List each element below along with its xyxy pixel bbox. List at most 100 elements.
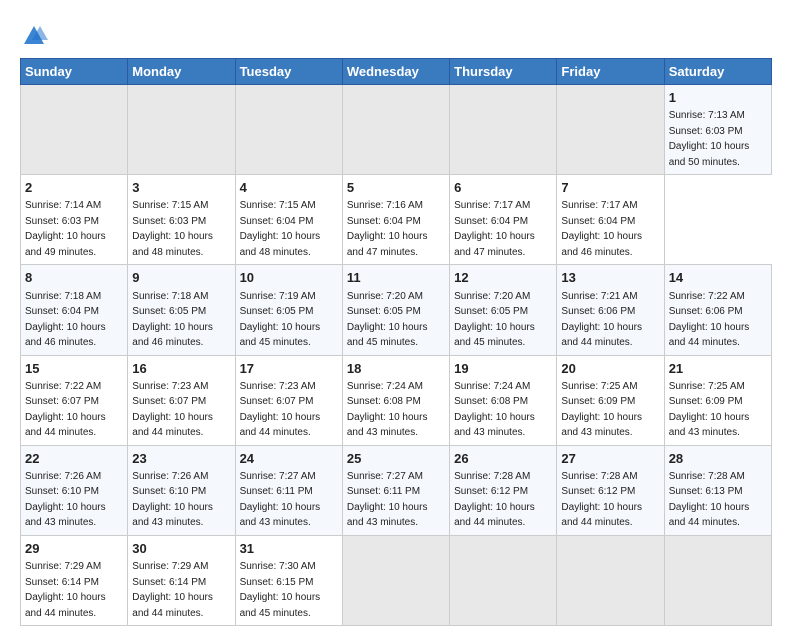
calendar-cell: 29Sunrise: 7:29 AMSunset: 6:14 PMDayligh… bbox=[21, 535, 128, 625]
day-info: Sunrise: 7:26 AMSunset: 6:10 PMDaylight:… bbox=[132, 471, 213, 529]
calendar-week-row: 2 Sunrise: 7:14 AMSunset: 6:03 PMDaylight… bbox=[21, 175, 772, 265]
day-info: Sunrise: 7:13 AMSunset: 6:03 PMDaylight:… bbox=[669, 110, 750, 168]
day-number: 3 bbox=[132, 179, 230, 197]
calendar-cell bbox=[128, 85, 235, 175]
calendar-cell bbox=[664, 535, 771, 625]
calendar-cell: 7 Sunrise: 7:17 AMSunset: 6:04 PMDaylight… bbox=[557, 175, 664, 265]
day-info: Sunrise: 7:25 AMSunset: 6:09 PMDaylight:… bbox=[561, 381, 642, 439]
day-number: 14 bbox=[669, 269, 767, 287]
day-number: 7 bbox=[561, 179, 659, 197]
day-info: Sunrise: 7:20 AMSunset: 6:05 PMDaylight:… bbox=[347, 291, 428, 349]
calendar-cell: 4 Sunrise: 7:15 AMSunset: 6:04 PMDaylight… bbox=[235, 175, 342, 265]
calendar-cell: 14 Sunrise: 7:22 AMSunset: 6:06 PMDayligh… bbox=[664, 265, 771, 355]
day-info: Sunrise: 7:15 AMSunset: 6:04 PMDaylight:… bbox=[240, 200, 321, 258]
day-info: Sunrise: 7:22 AMSunset: 6:06 PMDaylight:… bbox=[669, 291, 750, 349]
calendar-week-row: 8 Sunrise: 7:18 AMSunset: 6:04 PMDaylight… bbox=[21, 265, 772, 355]
weekday-header-monday: Monday bbox=[128, 59, 235, 85]
calendar-table: SundayMondayTuesdayWednesdayThursdayFrid… bbox=[20, 58, 772, 626]
calendar-cell: 17 Sunrise: 7:23 AMSunset: 6:07 PMDayligh… bbox=[235, 355, 342, 445]
weekday-header-friday: Friday bbox=[557, 59, 664, 85]
day-info: Sunrise: 7:22 AMSunset: 6:07 PMDaylight:… bbox=[25, 381, 106, 439]
calendar-cell: 24 Sunrise: 7:27 AMSunset: 6:11 PMDayligh… bbox=[235, 445, 342, 535]
calendar-cell: 22Sunrise: 7:26 AMSunset: 6:10 PMDayligh… bbox=[21, 445, 128, 535]
calendar-week-row: 15Sunrise: 7:22 AMSunset: 6:07 PMDayligh… bbox=[21, 355, 772, 445]
day-number: 19 bbox=[454, 360, 552, 378]
day-info: Sunrise: 7:23 AMSunset: 6:07 PMDaylight:… bbox=[240, 381, 321, 439]
day-info: Sunrise: 7:27 AMSunset: 6:11 PMDaylight:… bbox=[240, 471, 321, 529]
weekday-header-thursday: Thursday bbox=[450, 59, 557, 85]
day-number: 4 bbox=[240, 179, 338, 197]
day-number: 17 bbox=[240, 360, 338, 378]
calendar-cell: 12Sunrise: 7:20 AMSunset: 6:05 PMDayligh… bbox=[450, 265, 557, 355]
calendar-cell: 1 Sunrise: 7:13 AMSunset: 6:03 PMDaylight… bbox=[664, 85, 771, 175]
day-number: 23 bbox=[132, 450, 230, 468]
day-info: Sunrise: 7:26 AMSunset: 6:10 PMDaylight:… bbox=[25, 471, 106, 529]
calendar-cell: 23 Sunrise: 7:26 AMSunset: 6:10 PMDayligh… bbox=[128, 445, 235, 535]
day-number: 10 bbox=[240, 269, 338, 287]
calendar-cell: 19 Sunrise: 7:24 AMSunset: 6:08 PMDayligh… bbox=[450, 355, 557, 445]
day-info: Sunrise: 7:14 AMSunset: 6:03 PMDaylight:… bbox=[25, 200, 106, 258]
day-info: Sunrise: 7:16 AMSunset: 6:04 PMDaylight:… bbox=[347, 200, 428, 258]
day-number: 28 bbox=[669, 450, 767, 468]
day-number: 2 bbox=[25, 179, 123, 197]
calendar-cell bbox=[557, 85, 664, 175]
calendar-cell bbox=[450, 535, 557, 625]
calendar-week-row: 1 Sunrise: 7:13 AMSunset: 6:03 PMDaylight… bbox=[21, 85, 772, 175]
day-number: 18 bbox=[347, 360, 445, 378]
day-number: 9 bbox=[132, 269, 230, 287]
day-info: Sunrise: 7:18 AMSunset: 6:04 PMDaylight:… bbox=[25, 291, 106, 349]
day-info: Sunrise: 7:28 AMSunset: 6:12 PMDaylight:… bbox=[561, 471, 642, 529]
day-number: 26 bbox=[454, 450, 552, 468]
day-number: 6 bbox=[454, 179, 552, 197]
day-number: 13 bbox=[561, 269, 659, 287]
calendar-cell: 8 Sunrise: 7:18 AMSunset: 6:04 PMDaylight… bbox=[21, 265, 128, 355]
calendar-cell: 30 Sunrise: 7:29 AMSunset: 6:14 PMDayligh… bbox=[128, 535, 235, 625]
calendar-cell bbox=[342, 85, 449, 175]
day-info: Sunrise: 7:29 AMSunset: 6:14 PMDaylight:… bbox=[132, 561, 213, 619]
calendar-cell: 6 Sunrise: 7:17 AMSunset: 6:04 PMDaylight… bbox=[450, 175, 557, 265]
logo-icon bbox=[20, 22, 48, 50]
weekday-header-wednesday: Wednesday bbox=[342, 59, 449, 85]
day-number: 16 bbox=[132, 360, 230, 378]
day-number: 30 bbox=[132, 540, 230, 558]
day-info: Sunrise: 7:28 AMSunset: 6:13 PMDaylight:… bbox=[669, 471, 750, 529]
day-number: 5 bbox=[347, 179, 445, 197]
day-info: Sunrise: 7:27 AMSunset: 6:11 PMDaylight:… bbox=[347, 471, 428, 529]
weekday-header-tuesday: Tuesday bbox=[235, 59, 342, 85]
calendar-cell: 9 Sunrise: 7:18 AMSunset: 6:05 PMDaylight… bbox=[128, 265, 235, 355]
day-info: Sunrise: 7:17 AMSunset: 6:04 PMDaylight:… bbox=[454, 200, 535, 258]
header bbox=[20, 18, 772, 50]
calendar-cell: 21Sunrise: 7:25 AMSunset: 6:09 PMDayligh… bbox=[664, 355, 771, 445]
calendar-cell: 18Sunrise: 7:24 AMSunset: 6:08 PMDayligh… bbox=[342, 355, 449, 445]
day-number: 1 bbox=[669, 89, 767, 107]
day-info: Sunrise: 7:17 AMSunset: 6:04 PMDaylight:… bbox=[561, 200, 642, 258]
day-info: Sunrise: 7:18 AMSunset: 6:05 PMDaylight:… bbox=[132, 291, 213, 349]
day-number: 8 bbox=[25, 269, 123, 287]
calendar-cell: 25 Sunrise: 7:27 AMSunset: 6:11 PMDayligh… bbox=[342, 445, 449, 535]
weekday-header-sunday: Sunday bbox=[21, 59, 128, 85]
calendar-week-row: 29Sunrise: 7:29 AMSunset: 6:14 PMDayligh… bbox=[21, 535, 772, 625]
calendar-cell: 28 Sunrise: 7:28 AMSunset: 6:13 PMDayligh… bbox=[664, 445, 771, 535]
calendar-cell bbox=[235, 85, 342, 175]
day-info: Sunrise: 7:21 AMSunset: 6:06 PMDaylight:… bbox=[561, 291, 642, 349]
calendar-cell: 10 Sunrise: 7:19 AMSunset: 6:05 PMDayligh… bbox=[235, 265, 342, 355]
calendar-cell: 2 Sunrise: 7:14 AMSunset: 6:03 PMDaylight… bbox=[21, 175, 128, 265]
calendar-week-row: 22Sunrise: 7:26 AMSunset: 6:10 PMDayligh… bbox=[21, 445, 772, 535]
day-number: 20 bbox=[561, 360, 659, 378]
day-number: 25 bbox=[347, 450, 445, 468]
calendar-cell: 3 Sunrise: 7:15 AMSunset: 6:03 PMDaylight… bbox=[128, 175, 235, 265]
calendar-page: SundayMondayTuesdayWednesdayThursdayFrid… bbox=[0, 0, 792, 636]
calendar-cell: 13 Sunrise: 7:21 AMSunset: 6:06 PMDayligh… bbox=[557, 265, 664, 355]
day-info: Sunrise: 7:23 AMSunset: 6:07 PMDaylight:… bbox=[132, 381, 213, 439]
day-info: Sunrise: 7:15 AMSunset: 6:03 PMDaylight:… bbox=[132, 200, 213, 258]
weekday-header-row: SundayMondayTuesdayWednesdayThursdayFrid… bbox=[21, 59, 772, 85]
day-number: 24 bbox=[240, 450, 338, 468]
calendar-cell: 26Sunrise: 7:28 AMSunset: 6:12 PMDayligh… bbox=[450, 445, 557, 535]
day-info: Sunrise: 7:19 AMSunset: 6:05 PMDaylight:… bbox=[240, 291, 321, 349]
calendar-cell: 15Sunrise: 7:22 AMSunset: 6:07 PMDayligh… bbox=[21, 355, 128, 445]
day-info: Sunrise: 7:24 AMSunset: 6:08 PMDaylight:… bbox=[454, 381, 535, 439]
logo bbox=[20, 22, 52, 50]
calendar-cell: 11Sunrise: 7:20 AMSunset: 6:05 PMDayligh… bbox=[342, 265, 449, 355]
day-number: 12 bbox=[454, 269, 552, 287]
day-number: 31 bbox=[240, 540, 338, 558]
